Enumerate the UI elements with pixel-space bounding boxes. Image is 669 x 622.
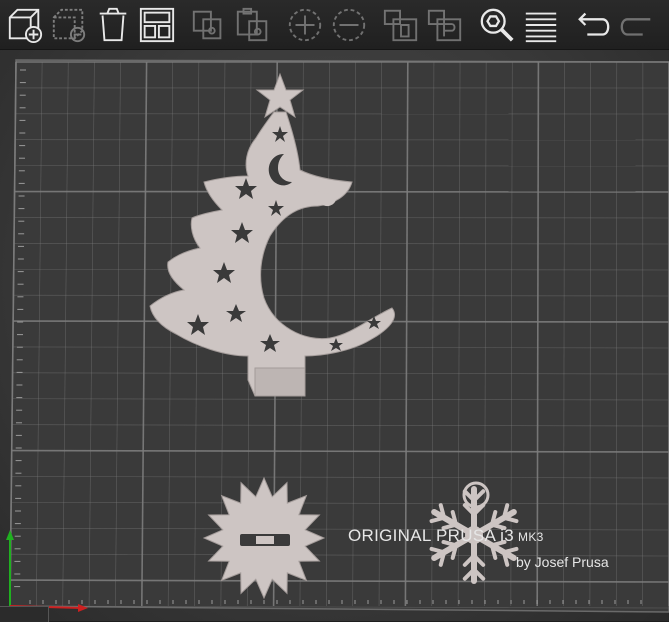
trash-icon: [94, 6, 132, 44]
minus-circle-icon: [330, 6, 368, 44]
split-parts-button[interactable]: [424, 4, 466, 46]
search-icon: [478, 6, 516, 44]
add-button[interactable]: [4, 4, 46, 46]
layers-editing-button[interactable]: [520, 4, 562, 46]
split-objects-icon: [382, 6, 420, 44]
undo-icon: [574, 6, 612, 44]
collapse-sidebar-tab[interactable]: [0, 606, 49, 622]
remove-instance-button[interactable]: [328, 4, 370, 46]
bed-subtitle: by Josef Prusa: [516, 554, 609, 570]
split-parts-icon: [426, 6, 464, 44]
arrange-grid-icon: [138, 6, 176, 44]
bed-brand-label: ORIGINAL PRUSA i3 MK3: [348, 526, 544, 546]
bed-model-text: MK3: [518, 530, 544, 544]
arrange-button[interactable]: [136, 4, 178, 46]
delete-button[interactable]: [48, 4, 90, 46]
star-badge-ornament: [204, 478, 324, 598]
bed-brand-text: ORIGINAL PRUSA i3: [348, 526, 514, 545]
top-toolbar: [0, 0, 669, 50]
paste-button[interactable]: [232, 4, 274, 46]
undo-button[interactable]: [572, 4, 614, 46]
redo-button[interactable]: [616, 4, 658, 46]
3d-viewport[interactable]: ORIGINAL PRUSA i3 MK3 by Josef Prusa: [0, 0, 669, 621]
add-box-icon: [6, 6, 44, 44]
paste-icon: [234, 6, 272, 44]
plus-circle-icon: [286, 6, 324, 44]
copy-button[interactable]: [188, 4, 230, 46]
layers-icon: [522, 6, 560, 44]
redo-icon: [618, 6, 656, 44]
add-instance-button[interactable]: [284, 4, 326, 46]
grid-major-line: [13, 321, 669, 322]
delete-all-button[interactable]: [92, 4, 134, 46]
print-bed[interactable]: [0, 0, 669, 621]
split-objects-button[interactable]: [380, 4, 422, 46]
delete-box-icon: [50, 6, 88, 44]
search-button[interactable]: [476, 4, 518, 46]
copy-icon: [190, 6, 228, 44]
